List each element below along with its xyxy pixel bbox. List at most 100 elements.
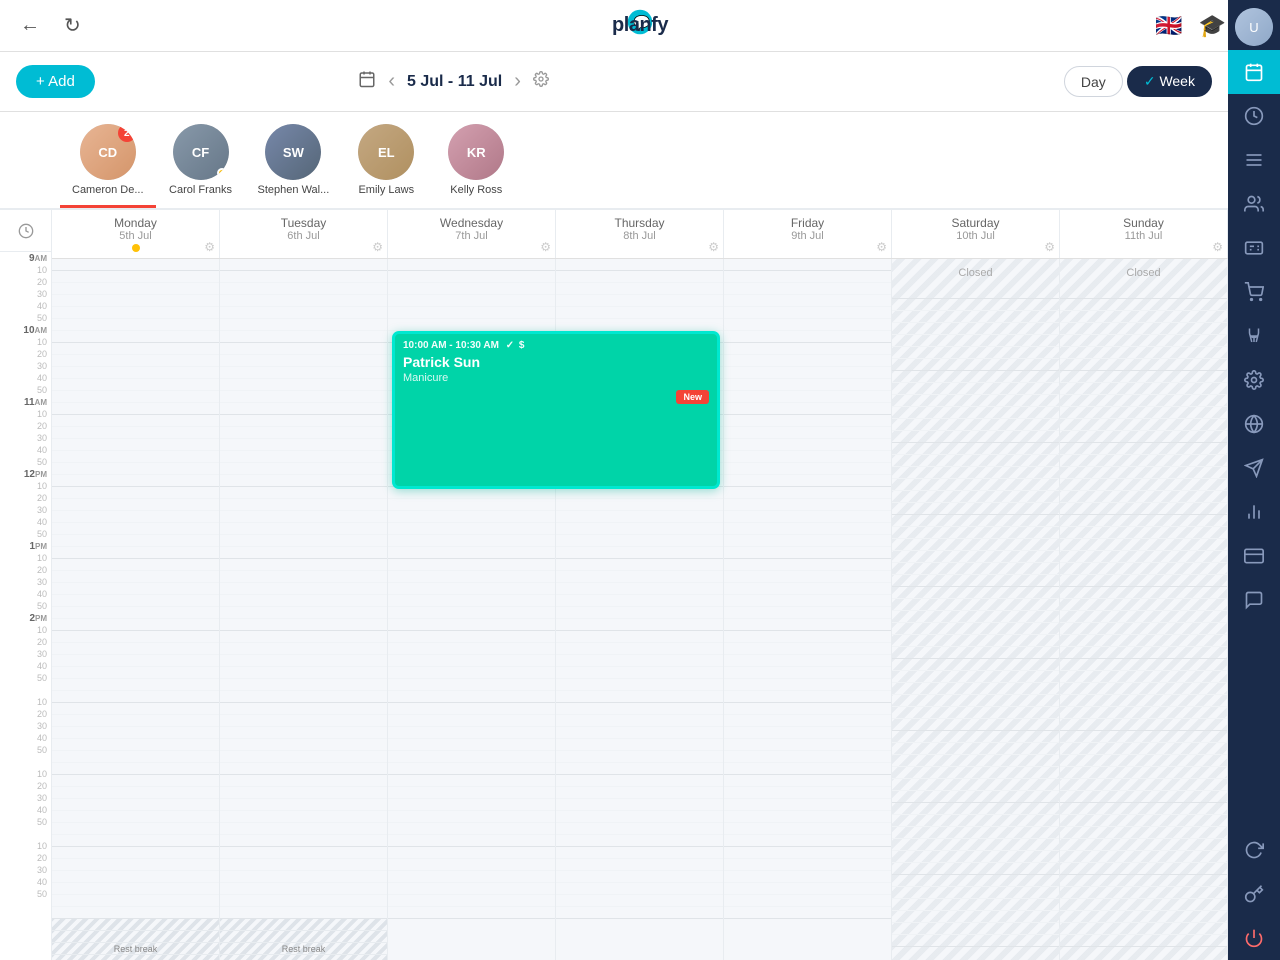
slot-row[interactable]	[892, 815, 1059, 827]
slot-row[interactable]	[556, 307, 723, 319]
slot-row[interactable]	[724, 415, 891, 427]
slot-row[interactable]	[556, 847, 723, 859]
appointment-card[interactable]: 10:00 AM - 10:30 AM ✓ $ Patrick Sun Mani…	[392, 331, 720, 489]
slot-row[interactable]	[724, 307, 891, 319]
slot-row[interactable]	[1060, 719, 1227, 731]
slot-row[interactable]	[388, 703, 555, 715]
slot-row[interactable]	[1060, 383, 1227, 395]
slot-row[interactable]	[724, 895, 891, 907]
slot-row[interactable]	[724, 691, 891, 703]
slot-row[interactable]	[388, 883, 555, 895]
slot-row[interactable]	[892, 527, 1059, 539]
slot-row[interactable]	[892, 395, 1059, 407]
slot-row[interactable]	[724, 775, 891, 787]
slot-row[interactable]	[388, 595, 555, 607]
slot-row[interactable]	[388, 583, 555, 595]
sidebar-chat-icon[interactable]	[1228, 578, 1280, 622]
slot-row[interactable]	[388, 619, 555, 631]
slot-row[interactable]	[724, 631, 891, 643]
slot-row[interactable]	[724, 571, 891, 583]
slot-row[interactable]	[724, 739, 891, 751]
slot-row[interactable]	[892, 647, 1059, 659]
slot-row[interactable]	[220, 451, 387, 463]
slot-row[interactable]	[52, 811, 219, 823]
slot-row[interactable]	[220, 463, 387, 475]
sidebar-power-icon[interactable]	[1228, 916, 1280, 960]
slot-row[interactable]	[388, 547, 555, 559]
slot-row[interactable]	[556, 295, 723, 307]
slot-row[interactable]	[724, 259, 891, 271]
slot-row[interactable]	[892, 455, 1059, 467]
day-gear-thursday[interactable]: ⚙	[708, 240, 719, 254]
slot-row[interactable]	[52, 775, 219, 787]
slot-row[interactable]	[1060, 851, 1227, 863]
slot-row[interactable]	[892, 611, 1059, 623]
slot-row[interactable]	[892, 923, 1059, 935]
slot-row[interactable]	[1060, 743, 1227, 755]
slot-row[interactable]	[52, 643, 219, 655]
slot-row[interactable]	[1060, 635, 1227, 647]
slot-row[interactable]	[388, 739, 555, 751]
slot-row[interactable]	[220, 775, 387, 787]
slot-row[interactable]	[388, 775, 555, 787]
slot-row[interactable]	[724, 319, 891, 331]
slot-row[interactable]	[724, 403, 891, 415]
slot-row[interactable]	[52, 679, 219, 691]
slot-row[interactable]	[724, 487, 891, 499]
slot-row[interactable]	[556, 739, 723, 751]
slot-row[interactable]	[220, 811, 387, 823]
slot-row[interactable]	[388, 571, 555, 583]
slot-row[interactable]	[724, 643, 891, 655]
slot-row[interactable]	[1060, 815, 1227, 827]
slot-row[interactable]	[892, 563, 1059, 575]
sidebar-gear-icon[interactable]	[1228, 358, 1280, 402]
slot-row[interactable]	[52, 883, 219, 895]
slot-row[interactable]	[556, 271, 723, 283]
slot-row[interactable]	[724, 451, 891, 463]
sidebar-send-icon[interactable]	[1228, 446, 1280, 490]
slot-row[interactable]	[52, 559, 219, 571]
slot-row[interactable]	[220, 379, 387, 391]
slot-row[interactable]	[52, 871, 219, 883]
slot-row[interactable]	[556, 787, 723, 799]
slot-row[interactable]	[724, 331, 891, 343]
slot-row[interactable]	[1060, 407, 1227, 419]
slot-row[interactable]	[388, 283, 555, 295]
slot-row[interactable]	[388, 835, 555, 847]
slot-row[interactable]	[892, 827, 1059, 839]
slot-row[interactable]	[220, 787, 387, 799]
slot-row[interactable]	[1060, 467, 1227, 479]
slot-row[interactable]	[1060, 455, 1227, 467]
slot-row[interactable]	[724, 835, 891, 847]
slot-row[interactable]	[220, 283, 387, 295]
slot-row[interactable]	[892, 419, 1059, 431]
slot-row[interactable]	[388, 799, 555, 811]
slot-row[interactable]	[724, 823, 891, 835]
slot-row[interactable]	[892, 791, 1059, 803]
slot-row[interactable]	[1060, 779, 1227, 791]
slot-row[interactable]	[556, 703, 723, 715]
slot-row[interactable]	[724, 355, 891, 367]
slot-row[interactable]	[1060, 767, 1227, 779]
slot-row[interactable]	[556, 907, 723, 919]
slot-row[interactable]	[52, 571, 219, 583]
slot-row[interactable]	[220, 691, 387, 703]
slot-row[interactable]	[724, 859, 891, 871]
slot-row[interactable]	[52, 331, 219, 343]
slot-row[interactable]	[892, 587, 1059, 599]
slot-row[interactable]	[220, 331, 387, 343]
slot-row[interactable]	[220, 523, 387, 535]
slot-row[interactable]	[892, 383, 1059, 395]
sidebar-cart-icon[interactable]	[1228, 270, 1280, 314]
slot-row[interactable]	[556, 319, 723, 331]
day-gear-saturday[interactable]: ⚙	[1044, 240, 1055, 254]
slot-row[interactable]	[52, 379, 219, 391]
slot-row[interactable]	[556, 871, 723, 883]
slot-row[interactable]	[220, 319, 387, 331]
slot-row[interactable]	[892, 875, 1059, 887]
grid-col-6[interactable]: Closed	[1060, 259, 1228, 960]
slot-row[interactable]	[1060, 803, 1227, 815]
slot-row[interactable]	[220, 295, 387, 307]
slot-row[interactable]	[52, 535, 219, 547]
slot-row[interactable]	[52, 391, 219, 403]
